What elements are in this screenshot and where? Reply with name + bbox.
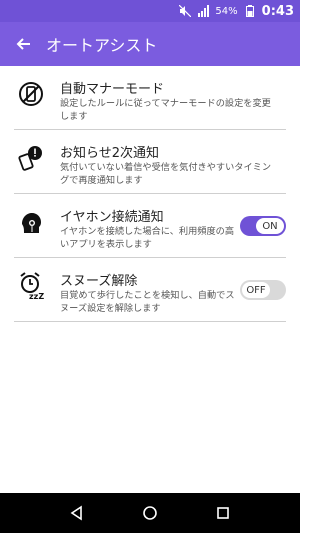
settings-list: 自動マナーモード 設定したルールに従ってマナーモードの設定を変更します お知らせ… [0, 66, 300, 322]
home-nav-icon [143, 506, 157, 520]
clock: 0:43 [261, 3, 294, 19]
earphone-head-icon [18, 208, 44, 236]
earphone-notification-toggle[interactable]: ON [240, 216, 286, 236]
item-description: イヤホンを接続した場合に、利用頻度の高いアプリを表示します [60, 226, 235, 250]
notification-alert-icon [18, 144, 44, 172]
toggle-label: OFF [242, 282, 270, 298]
navigation-bar [0, 493, 300, 533]
list-item-earphone-notification[interactable]: イヤホン接続通知 イヤホンを接続した場合に、利用頻度の高いアプリを表示します O… [14, 194, 286, 258]
back-nav-icon [70, 505, 82, 521]
status-bar: 54% 0:43 [0, 0, 300, 22]
back-arrow-icon [16, 38, 30, 50]
item-description: 目覚めて歩行したことを検知し、自動でスヌーズ設定を解除します [60, 290, 235, 314]
alarm-snooze-icon: zzZ [18, 272, 44, 300]
phone-silent-icon [18, 80, 44, 108]
item-title: 自動マナーモード [60, 82, 165, 97]
nav-back-button[interactable] [62, 498, 92, 528]
item-description: 気付いていない着信や受信を気付きやすいタイミングで再度通知します [60, 162, 272, 186]
item-title: お知らせ2次通知 [60, 146, 160, 161]
back-button[interactable] [0, 22, 46, 66]
signal-icon [197, 5, 210, 17]
app-bar: オートアシスト [0, 22, 300, 66]
item-description: 設定したルールに従ってマナーモードの設定を変更します [60, 98, 271, 122]
list-item-secondary-notification[interactable]: お知らせ2次通知 気付いていない着信や受信を気付きやすいタイミングで再度通知しま… [14, 130, 286, 194]
list-item-snooze-release[interactable]: zzZ スヌーズ解除 目覚めて歩行したことを検知し、自動でスヌーズ設定を解除しま… [14, 258, 286, 322]
item-title: スヌーズ解除 [60, 274, 138, 289]
battery-percent: 54% [215, 5, 238, 17]
toggle-label: ON [256, 218, 284, 234]
list-item-auto-manner-mode[interactable]: 自動マナーモード 設定したルールに従ってマナーモードの設定を変更します [14, 66, 286, 130]
snooze-release-toggle[interactable]: OFF [240, 280, 286, 300]
nav-recents-button[interactable] [208, 498, 238, 528]
page-title: オートアシスト [46, 36, 158, 55]
item-title: イヤホン接続通知 [60, 210, 164, 225]
svg-text:zzZ: zzZ [29, 292, 44, 300]
battery-icon [244, 5, 256, 17]
nav-home-button[interactable] [135, 498, 165, 528]
recents-nav-icon [217, 507, 230, 519]
mute-icon [179, 5, 192, 17]
